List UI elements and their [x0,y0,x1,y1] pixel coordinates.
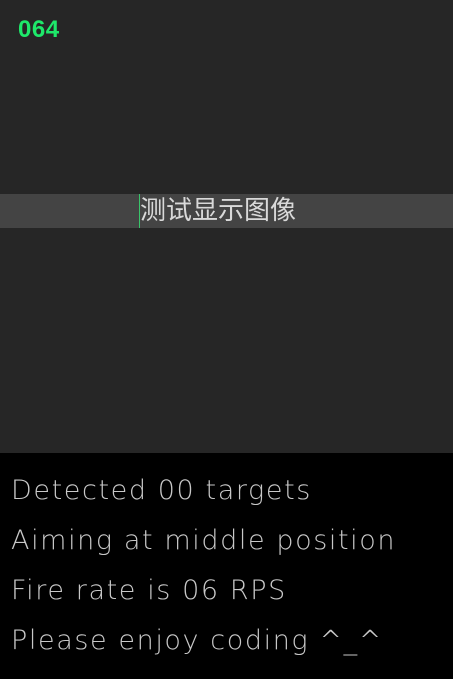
status-console: Detected 00 targets Aiming at middle pos… [0,453,453,679]
frame-counter: 064 [18,16,60,43]
status-line-fire-rate: Fire rate is 06 RPS [11,575,287,606]
status-line-targets: Detected 00 targets [11,475,312,506]
status-line-aiming: Aiming at middle position [11,525,397,556]
text-cursor [139,194,140,228]
banner-text: 测试显示图像 [140,196,297,226]
display-banner: 测试显示图像 [0,194,453,228]
status-line-message: Please enjoy coding ^_^ [11,625,383,656]
camera-viewport: 064 测试显示图像 [0,0,453,453]
